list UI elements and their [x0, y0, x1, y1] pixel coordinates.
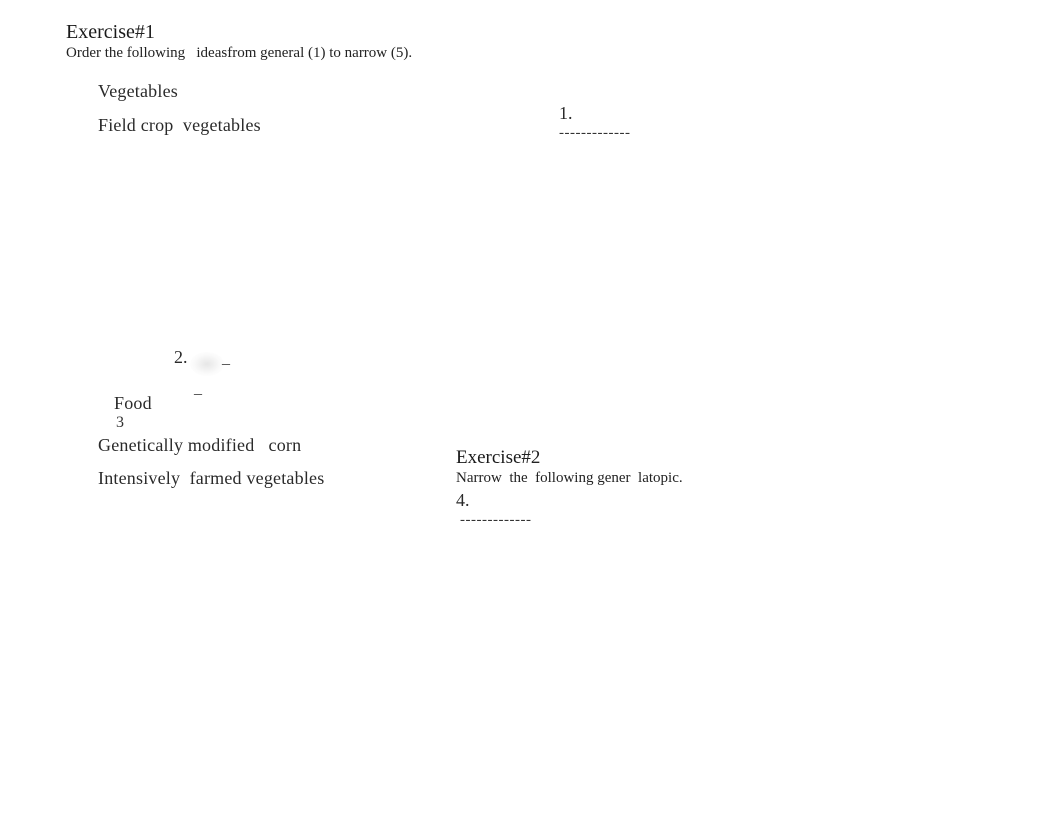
exercise1-instruction: Order the following ideasfrom general (1… [66, 45, 413, 61]
item-genetically-modified-corn: Genetically modified corn [98, 435, 302, 455]
answer-4-blank[interactable]: ------------- [460, 512, 531, 528]
answer-2-label: 2. [174, 347, 188, 367]
answer-2-blank-a[interactable]: _ [222, 350, 230, 368]
answer-4-label: 4. [456, 490, 470, 510]
answer-1-line: 1. ------------- [543, 85, 630, 160]
item-food-suffix: 3 [116, 414, 124, 431]
exercise1-number: #1 [134, 21, 155, 43]
smudge-mark [190, 352, 224, 376]
document-page: Exercise#1 Order the following ideasfrom… [0, 0, 1062, 822]
exercise1-title: Exercise [66, 21, 135, 43]
exercise2-title: Exercise [456, 447, 522, 468]
item-food: Food [114, 393, 152, 413]
answer-2-blank-b[interactable]: _ [194, 380, 202, 398]
answer-1-blank[interactable]: ------------- [559, 125, 630, 141]
exercise2-number: #2 [521, 447, 541, 468]
item-intensively-farmed-vegetables: Intensively farmed vegetables [98, 468, 325, 488]
answer-1-label: 1. [559, 103, 573, 123]
answer-4-line: 4. ------------- [440, 472, 531, 547]
item-vegetables: Vegetables [98, 81, 178, 101]
item-field-crop-vegetables: Field crop vegetables [98, 115, 261, 135]
exercise1-heading: Exercise#1 Order the following ideasfrom… [50, 3, 412, 80]
